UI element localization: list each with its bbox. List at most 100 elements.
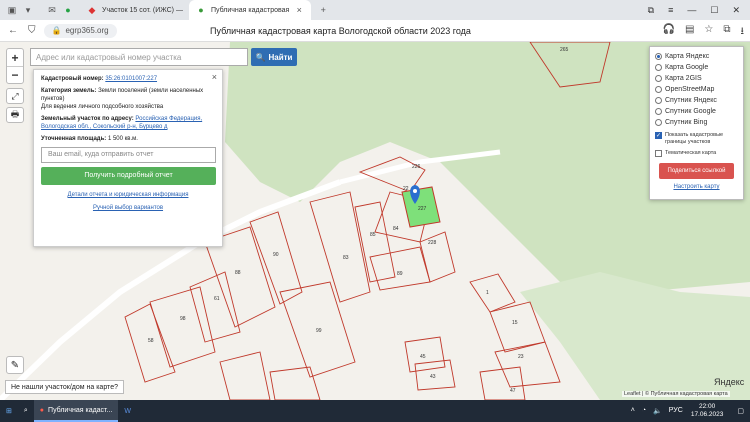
zoom-in-button[interactable]: + xyxy=(7,49,23,66)
layer-option-osm[interactable]: OpenStreetMap xyxy=(655,84,738,95)
maximize-icon[interactable]: ☐ xyxy=(710,5,718,16)
system-tray: ˄ ◔ 🔈 РУС xyxy=(631,407,691,415)
radio-icon xyxy=(655,75,662,82)
layer-option-sat-google[interactable]: Спутник Google xyxy=(655,106,738,117)
clock[interactable]: 22:00 17.06.2023 xyxy=(691,403,732,419)
extensions-icon[interactable]: ⧉ xyxy=(723,24,730,41)
word-icon: W xyxy=(124,407,131,415)
notifications-button[interactable]: ▢ xyxy=(731,400,750,422)
notification-icon: ▢ xyxy=(737,408,744,415)
site-icon: ● xyxy=(198,5,204,15)
plus-icon: + xyxy=(320,5,326,15)
dropdown-icon: ▾ xyxy=(25,4,31,15)
parcel-label: 228 xyxy=(428,240,437,246)
download-icon[interactable]: ⭳ xyxy=(741,24,745,41)
chevron-up-icon[interactable]: ˄ xyxy=(631,407,635,415)
get-report-button[interactable]: Получить подробный отчет xyxy=(41,167,216,185)
windows-icon: ⊞ xyxy=(6,408,12,415)
zoom-control: + − xyxy=(6,48,24,84)
parcel-label: 61 xyxy=(214,296,220,302)
minimize-icon[interactable]: — xyxy=(687,5,696,16)
pencil-icon: ✎ xyxy=(10,359,20,371)
window-controls: ⧉ ≡ — ☐ ✕ xyxy=(648,5,750,16)
parcel-label: 45 xyxy=(420,354,426,360)
parcel-label: 89 xyxy=(397,271,403,277)
search-input[interactable]: Адрес или кадастровый номер участка xyxy=(30,48,248,66)
parcel-label: 47 xyxy=(510,388,516,394)
browser-tab-bar: ▣ ▾ ✉ ● ◆ Участок 15 сот. (ИЖС) — ● Публична… xyxy=(0,0,750,20)
bookmark-icon[interactable]: ☆ xyxy=(704,24,713,41)
map-attribution[interactable]: Leaflet | © Публичная кадастровая карта xyxy=(622,391,730,397)
site-icon: ◆ xyxy=(88,4,96,15)
url-field[interactable]: 🔒 egrp365.org xyxy=(43,23,117,38)
pinned-tabs[interactable]: ✉ ● xyxy=(40,0,80,20)
layer-option-google[interactable]: Карта Google xyxy=(655,62,738,73)
layer-option-yandex[interactable]: Карта Яндекс xyxy=(655,51,738,62)
close-window-icon[interactable]: ✕ xyxy=(732,5,740,16)
share-link-button[interactable]: Поделиться ссылкой xyxy=(659,163,734,179)
checkmark-icon: ✓ xyxy=(655,132,662,139)
parcel-label: 227 xyxy=(418,206,427,212)
search-icon: 🔍 xyxy=(255,52,266,62)
tab-cadastral[interactable]: ● Публичная кадастровая × xyxy=(188,0,312,20)
parcel-info-panel: × Кадастровый номер: 35:26:0101007:227 К… xyxy=(33,69,223,247)
headphones-icon[interactable]: 🎧 xyxy=(662,24,674,41)
parcel-label: 84 xyxy=(393,226,399,232)
show-borders-checkbox[interactable]: ✓ Показать кадастровые границы участков xyxy=(655,132,738,146)
print-icon: 🖶 xyxy=(10,109,20,119)
radio-icon xyxy=(655,108,662,115)
page-title: Публичная кадастровая карта Вологодской … xyxy=(210,26,471,36)
email-field[interactable]: Ваш email, куда отправить отчет xyxy=(41,147,216,163)
start-button[interactable]: ⊞ xyxy=(0,400,18,422)
browser-logo-icon: ▣ xyxy=(7,4,17,15)
details-link[interactable]: Детали отчета и юридическая информация xyxy=(68,192,189,198)
menu-icon[interactable]: ≡ xyxy=(668,5,673,16)
radio-icon xyxy=(655,64,662,71)
measure-button[interactable]: ⤢ xyxy=(6,88,24,104)
back-icon[interactable]: ← xyxy=(8,25,18,36)
lock-icon: 🔒 xyxy=(51,26,62,35)
parcel-label: 15 xyxy=(512,320,518,326)
yandex-logo: Яндекс xyxy=(714,377,745,387)
manual-select-link[interactable]: Ручной выбор вариантов xyxy=(93,205,163,211)
network-icon[interactable]: ◔ xyxy=(642,407,646,415)
taskbar-browser[interactable]: ● Публичная кадаст... xyxy=(33,400,119,422)
parcel-label: 83 xyxy=(343,255,349,261)
shield-icon[interactable]: ⛉ xyxy=(28,25,36,36)
parcel-label: 226 xyxy=(412,164,421,170)
parcel-label: 1 xyxy=(486,290,489,296)
parcel-label: 99 xyxy=(316,328,322,334)
bookmarks-icon[interactable]: ⧉ xyxy=(648,5,654,16)
cadastral-number-link[interactable]: 35:26:0101007:227 xyxy=(105,76,157,82)
layer-option-2gis[interactable]: Карта 2GIS xyxy=(655,73,738,84)
layer-option-sat-yandex[interactable]: Спутник Яндекс xyxy=(655,95,738,106)
search-button[interactable]: 🔍 Найти xyxy=(251,48,297,66)
language-indicator[interactable]: РУС xyxy=(669,407,683,415)
parcel-label: 265 xyxy=(560,47,569,53)
taskbar-word[interactable]: W xyxy=(118,400,137,422)
close-tab-icon[interactable]: × xyxy=(293,4,305,16)
parcel-label: 90 xyxy=(273,252,279,258)
print-button[interactable]: 🖶 xyxy=(6,107,24,123)
tab-listing[interactable]: ◆ Участок 15 сот. (ИЖС) — xyxy=(80,0,189,20)
reader-icon[interactable]: ▤ xyxy=(685,24,694,41)
parcel-label: 23 xyxy=(518,354,524,360)
parcel-label: 88 xyxy=(235,270,241,276)
radio-icon xyxy=(655,86,662,93)
parcel-label: 58 xyxy=(148,338,154,344)
new-tab-button[interactable]: + xyxy=(311,0,335,20)
zoom-out-button[interactable]: − xyxy=(7,66,23,83)
taskbar-search[interactable]: ⌕ xyxy=(18,400,34,422)
thematic-checkbox[interactable]: Тематическая карта xyxy=(655,150,738,157)
configure-map-link[interactable]: Настроить карту xyxy=(673,184,719,190)
browser-menu[interactable]: ▣ ▾ xyxy=(0,0,40,20)
taskbar: ⊞ ⌕ ● Публичная кадаст... W ˄ ◔ 🔈 РУС 22:… xyxy=(0,400,750,422)
close-icon[interactable]: × xyxy=(212,73,217,82)
edit-button[interactable]: ✎ xyxy=(6,356,24,374)
parcel-label: 98 xyxy=(180,316,186,322)
parcel-label: 43 xyxy=(430,374,436,380)
volume-icon[interactable]: 🔈 xyxy=(653,407,662,415)
not-found-button[interactable]: Не нашли участок/дом на карте? xyxy=(5,380,124,394)
layer-option-sat-bing[interactable]: Спутник Bing xyxy=(655,117,738,128)
radio-icon xyxy=(655,97,662,104)
